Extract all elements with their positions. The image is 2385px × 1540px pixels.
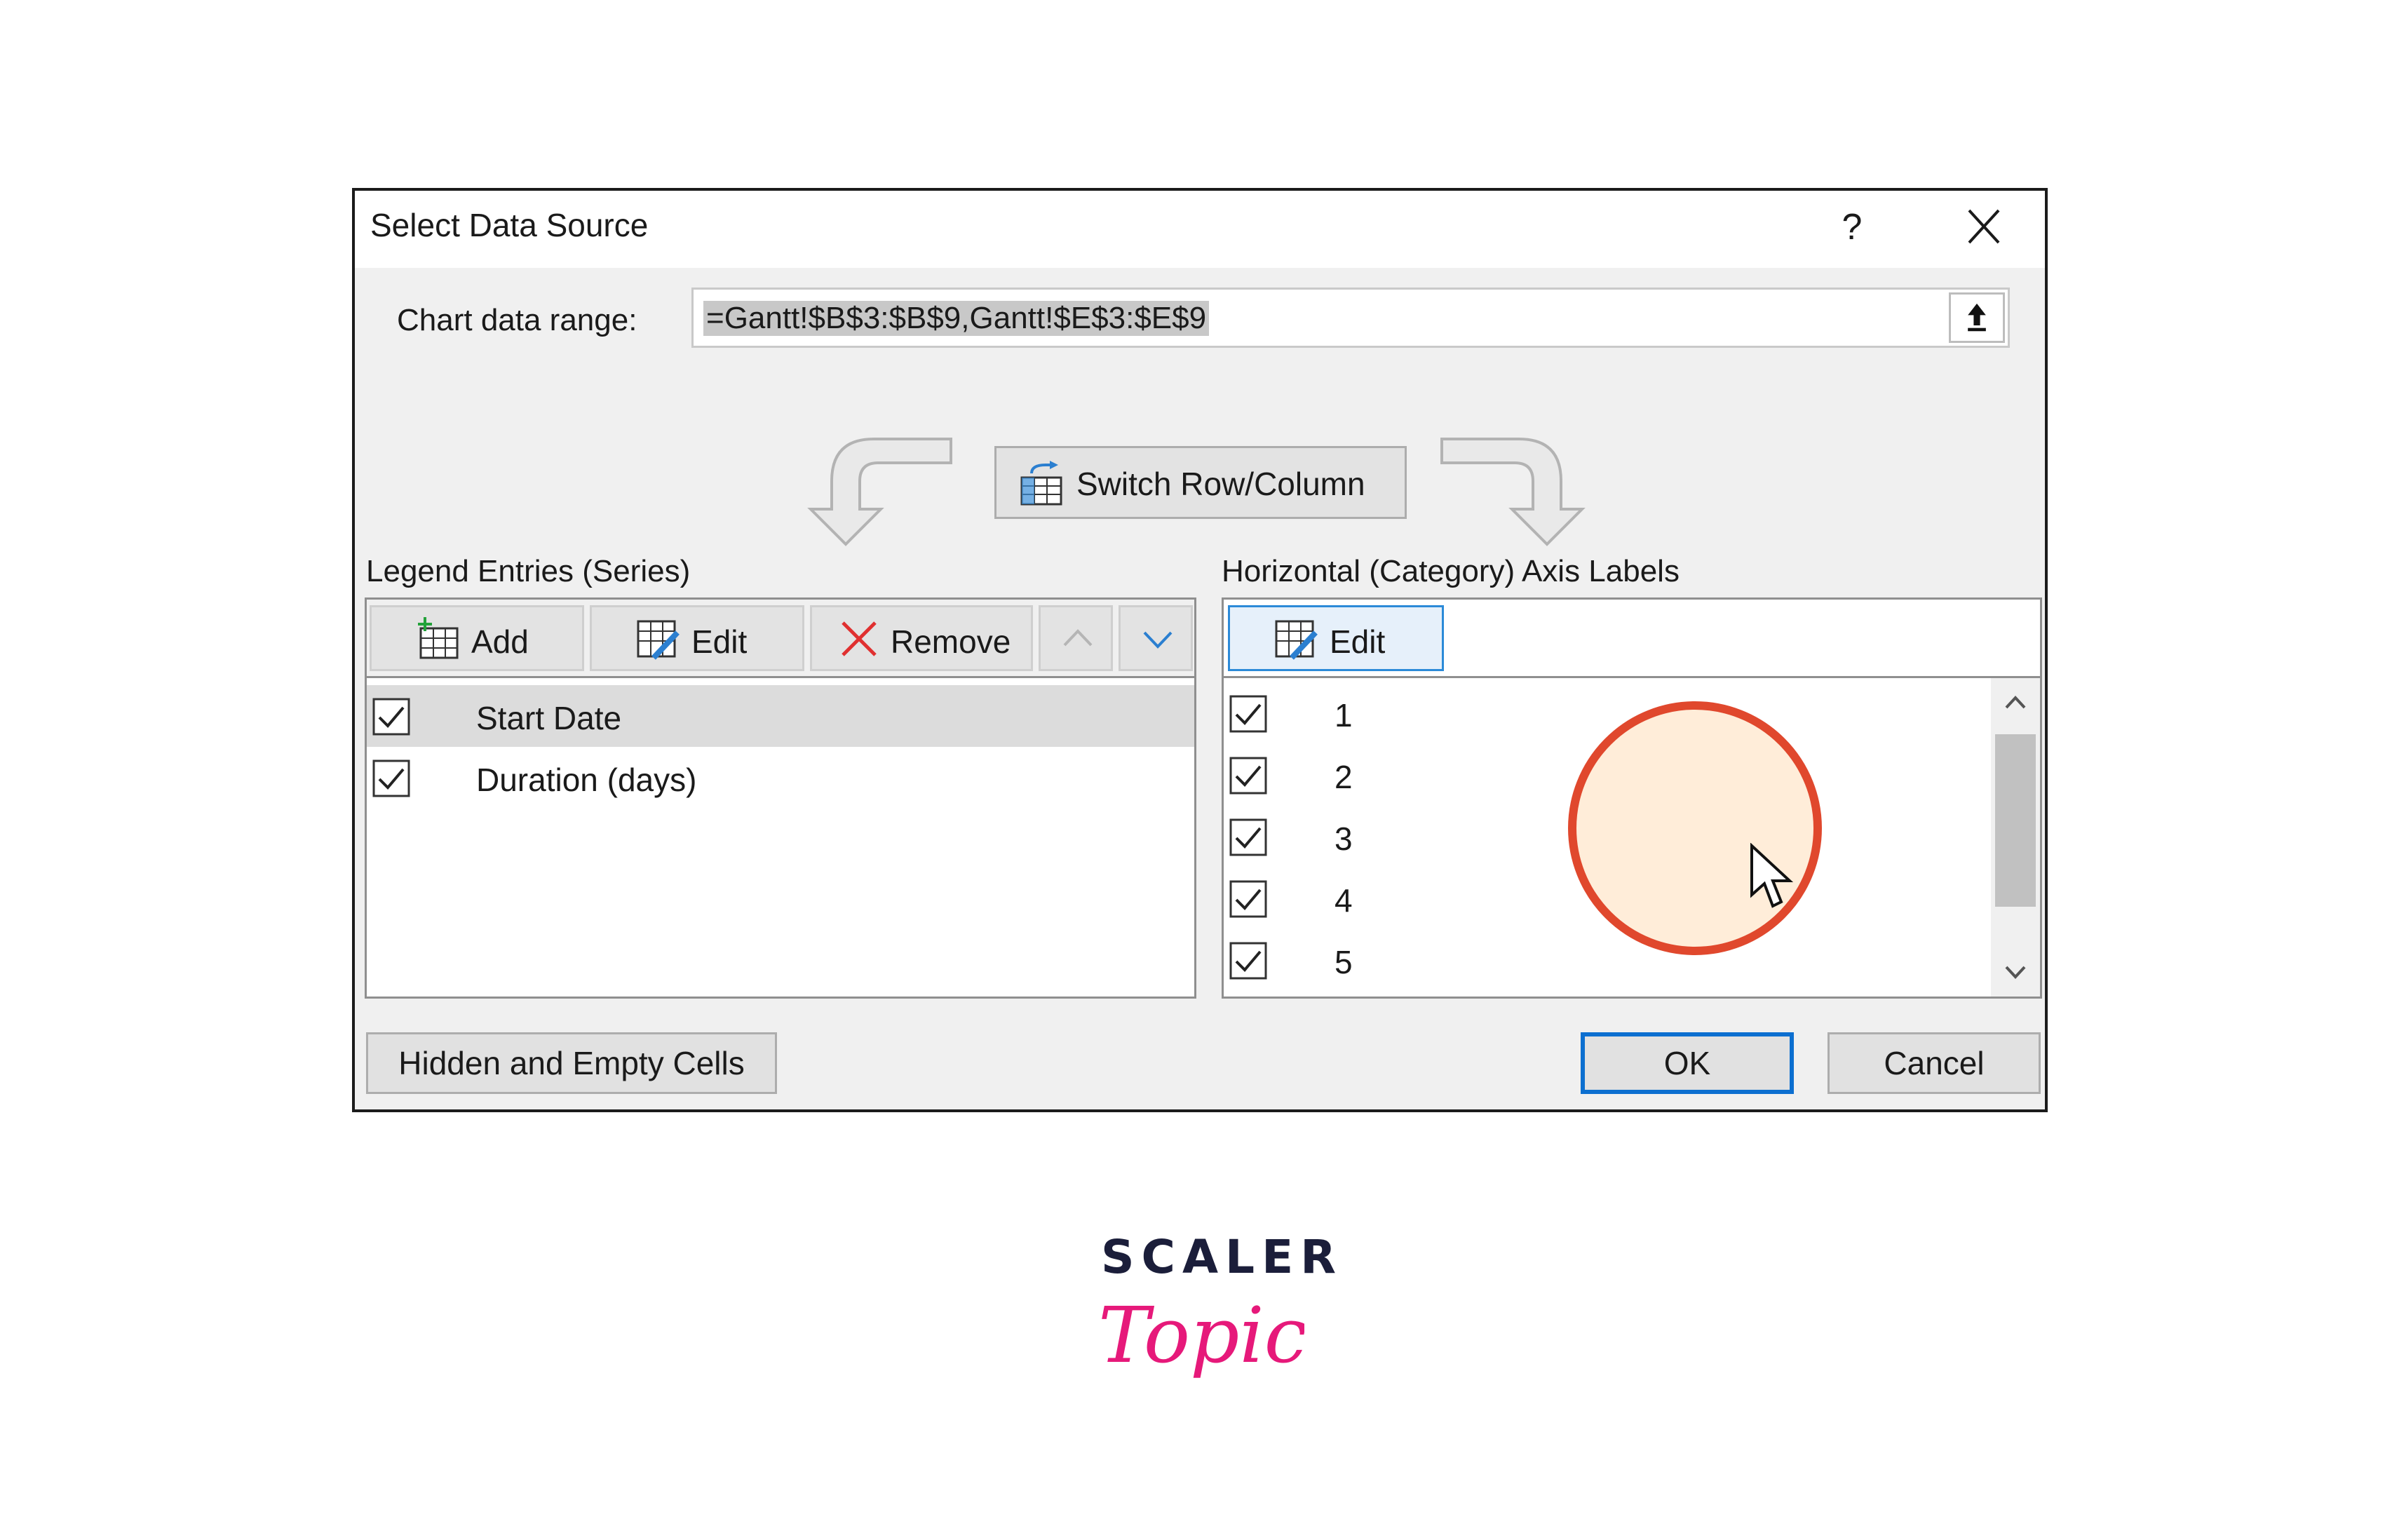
logo-topics-script: Topics bbox=[1098, 1290, 1304, 1380]
series-label: Start Date bbox=[476, 700, 622, 736]
ok-button[interactable]: OK bbox=[1581, 1032, 1794, 1094]
category-checkbox[interactable] bbox=[1229, 695, 1267, 733]
category-checkbox[interactable] bbox=[1229, 757, 1267, 795]
category-checkbox[interactable] bbox=[1229, 818, 1267, 856]
edit-series-label: Edit bbox=[691, 623, 748, 660]
cancel-button[interactable]: Cancel bbox=[1827, 1032, 2041, 1094]
checkmark-icon bbox=[1229, 695, 1267, 733]
category-label: 1 bbox=[1335, 697, 1353, 734]
move-down-button[interactable] bbox=[1119, 605, 1193, 671]
category-checkbox[interactable] bbox=[1229, 880, 1267, 918]
edit-axis-labels-label: Edit bbox=[1330, 623, 1386, 660]
checkmark-icon bbox=[1229, 880, 1267, 918]
select-data-source-dialog: Select Data Source ? Chart data range: =… bbox=[352, 188, 2048, 1112]
legend-toolbar: Add Edit Remove bbox=[367, 600, 1194, 678]
collapse-range-button[interactable] bbox=[1949, 292, 2005, 343]
series-label: Duration (days) bbox=[476, 762, 697, 798]
help-button[interactable]: ? bbox=[1820, 199, 1884, 255]
scrollbar-thumb[interactable] bbox=[1995, 734, 2036, 907]
scroll-up-icon[interactable] bbox=[1991, 678, 2040, 727]
checkmark-icon bbox=[372, 698, 410, 736]
series-checkbox[interactable] bbox=[372, 759, 410, 797]
remove-x-icon bbox=[842, 621, 877, 656]
logo-scaler-text: SCALER bbox=[1101, 1230, 1344, 1284]
legend-entries-panel: Add Edit Remove Start Date Duration (day… bbox=[365, 597, 1196, 999]
scroll-down-icon[interactable] bbox=[1991, 947, 2040, 997]
legend-entries-label: Legend Entries (Series) bbox=[366, 554, 691, 588]
remove-series-label: Remove bbox=[891, 623, 1011, 660]
move-up-button[interactable] bbox=[1039, 605, 1113, 671]
dialog-title: Select Data Source bbox=[370, 207, 649, 243]
series-row[interactable]: Duration (days) bbox=[367, 747, 1194, 809]
switch-row-column-label: Switch Row/Column bbox=[1076, 466, 1365, 502]
switch-row-column-icon bbox=[1020, 461, 1062, 506]
category-label: 2 bbox=[1335, 759, 1353, 795]
series-checkbox[interactable] bbox=[372, 698, 410, 736]
edit-axis-labels-button[interactable]: Edit bbox=[1228, 605, 1444, 671]
add-series-button[interactable]: Add bbox=[370, 605, 584, 671]
checkmark-icon bbox=[1229, 818, 1267, 856]
add-table-icon bbox=[418, 617, 459, 659]
edit-series-button[interactable]: Edit bbox=[590, 605, 804, 671]
category-label: 5 bbox=[1335, 944, 1353, 980]
chart-data-range-value: =Gantt!$B$3:$B$9,Gantt!$E$3:$E$9 bbox=[703, 301, 1210, 336]
chevron-up-icon bbox=[1063, 629, 1093, 647]
axis-toolbar: Edit bbox=[1224, 600, 2040, 678]
chevron-down-icon bbox=[1143, 631, 1173, 649]
add-series-label: Add bbox=[471, 623, 529, 660]
edit-table-icon bbox=[1275, 620, 1318, 660]
scaler-topics-logo: SCALER Topics bbox=[1094, 1227, 1336, 1410]
mouse-pointer-icon bbox=[1750, 843, 1794, 908]
dialog-titlebar: Select Data Source ? bbox=[355, 191, 2045, 268]
category-label: 4 bbox=[1335, 882, 1353, 919]
chart-data-range-input[interactable]: =Gantt!$B$3:$B$9,Gantt!$E$3:$E$9 bbox=[691, 288, 2010, 348]
chart-data-range-label: Chart data range: bbox=[397, 303, 637, 337]
category-label: 3 bbox=[1335, 820, 1353, 857]
checkmark-icon bbox=[372, 759, 410, 797]
vertical-scrollbar[interactable] bbox=[1991, 678, 2040, 997]
category-checkbox[interactable] bbox=[1229, 942, 1267, 980]
series-row[interactable]: Start Date bbox=[367, 685, 1194, 747]
highlight-circle bbox=[1568, 701, 1822, 955]
upload-arrow-icon bbox=[1968, 303, 1986, 332]
edit-table-icon bbox=[637, 620, 680, 660]
checkmark-icon bbox=[1229, 942, 1267, 980]
curved-arrow-left-icon bbox=[807, 438, 952, 546]
curved-arrow-right-icon bbox=[1440, 438, 1586, 546]
axis-labels-label: Horizontal (Category) Axis Labels bbox=[1222, 554, 1680, 588]
hidden-empty-cells-button[interactable]: Hidden and Empty Cells bbox=[366, 1032, 777, 1094]
close-icon bbox=[1968, 209, 2000, 244]
switch-row-column-button[interactable]: Switch Row/Column bbox=[994, 446, 1407, 519]
close-button[interactable] bbox=[1952, 199, 2015, 255]
remove-series-button[interactable]: Remove bbox=[810, 605, 1033, 671]
checkmark-icon bbox=[1229, 757, 1267, 795]
logo-script-text: Topics bbox=[1098, 1290, 1304, 1380]
